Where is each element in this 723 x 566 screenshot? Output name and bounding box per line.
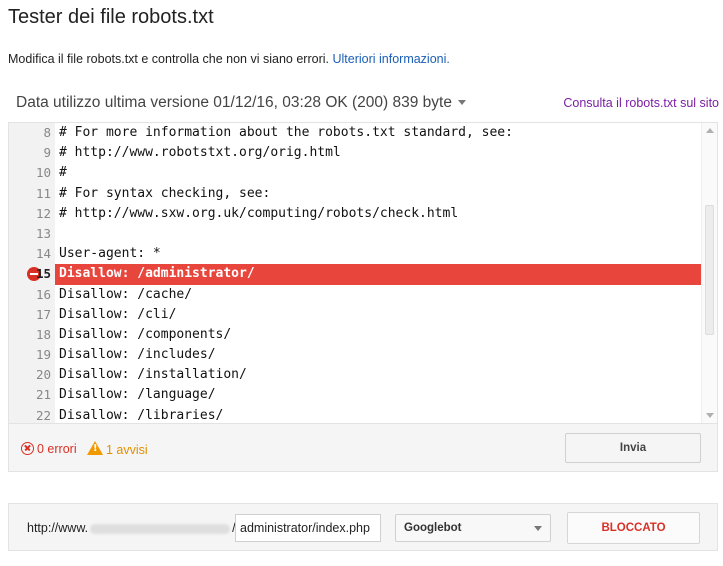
page-title: Tester dei file robots.txt [8, 6, 214, 28]
line-number: 21 [35, 387, 51, 403]
line-number: 15 [35, 266, 51, 282]
robots-editor[interactable]: 8 # For more information about the robots… [8, 122, 718, 424]
line-number: 17 [35, 306, 51, 322]
scroll-down-icon[interactable] [706, 413, 714, 418]
line-number: 12 [35, 205, 51, 221]
line-number: 20 [35, 367, 51, 383]
test-result-button[interactable]: BLOCCATO [567, 512, 700, 544]
error-icon [21, 442, 34, 455]
version-row: Data utilizzo ultima versione 01/12/16, … [16, 94, 719, 114]
code-line[interactable]: 8 # For more information about the robots… [9, 123, 701, 143]
code-line[interactable]: 9 # http://www.robotstxt.org/orig.html [9, 143, 701, 163]
line-text: Disallow: /components/ [59, 326, 232, 342]
code-line[interactable]: 13 [9, 224, 701, 244]
line-number: 14 [35, 246, 51, 262]
line-text: # http://www.sxw.org.uk/computing/robots… [59, 205, 459, 221]
code-line[interactable]: 21 Disallow: /language/ [9, 385, 701, 405]
line-text: Disallow: /libraries/ [59, 407, 224, 423]
code-line[interactable]: 11 # For syntax checking, see: [9, 184, 701, 204]
code-line[interactable]: 22 Disallow: /libraries/ [9, 406, 701, 423]
line-text: # For more information about the robots.… [59, 125, 513, 140]
url-path-input[interactable] [235, 514, 381, 542]
status-bar: 0 errori 1 avvisi Invia [8, 424, 718, 472]
line-text: # For syntax checking, see: [59, 185, 271, 201]
scroll-thumb[interactable] [705, 205, 714, 335]
line-number: 16 [35, 286, 51, 302]
line-number: 19 [35, 347, 51, 363]
code-lines: 8 # For more information about the robots… [9, 123, 701, 423]
view-live-robots-link[interactable]: Consulta il robots.txt sul sito [563, 96, 719, 110]
url-prefix: http://www. / [27, 521, 236, 535]
version-dropdown[interactable]: Data utilizzo ultima versione 01/12/16, … [16, 94, 466, 112]
url-test-bar: http://www./ Googlebot BLOCCATO [8, 503, 718, 551]
line-number: 22 [35, 407, 51, 423]
user-agent-value: Googlebot [404, 522, 462, 534]
redacted-domain [90, 523, 231, 534]
chevron-down-icon [534, 526, 542, 531]
line-text: User-agent: * [59, 246, 161, 262]
scroll-up-icon[interactable] [706, 128, 714, 133]
page-subtitle: Modifica il file robots.txt e controlla … [8, 52, 450, 66]
line-number: 13 [35, 225, 51, 241]
line-text: Disallow: /cli/ [59, 306, 177, 322]
subtitle-text: Modifica il file robots.txt e controlla … [8, 52, 329, 66]
user-agent-select[interactable]: Googlebot [395, 514, 551, 542]
error-count[interactable]: 0 errori [21, 442, 77, 456]
code-line[interactable]: 14 User-agent: * [9, 244, 701, 264]
line-text: # http://www.robotstxt.org/orig.html [59, 145, 341, 161]
code-line[interactable]: 19 Disallow: /includes/ [9, 345, 701, 365]
code-line[interactable]: 15 Disallow: /administrator/ [9, 264, 701, 285]
warning-count[interactable]: 1 avvisi [87, 441, 148, 457]
editor-scrollbar[interactable] [701, 123, 717, 423]
submit-button[interactable]: Invia [565, 433, 701, 463]
more-info-link[interactable]: Ulteriori informazioni. [332, 52, 449, 66]
line-text: Disallow: /installation/ [59, 367, 247, 383]
code-line[interactable]: 18 Disallow: /components/ [9, 325, 701, 345]
warning-icon [87, 441, 103, 455]
version-label-text: Data utilizzo ultima versione 01/12/16, … [16, 94, 452, 111]
url-prefix-text: http://www. [27, 521, 89, 535]
line-text: Disallow: /includes/ [59, 347, 216, 363]
line-number: 10 [35, 165, 51, 181]
code-line[interactable]: 16 Disallow: /cache/ [9, 285, 701, 305]
line-text: Disallow: /administrator/ [55, 264, 701, 285]
line-text: Disallow: /language/ [59, 387, 216, 403]
chevron-down-icon [457, 100, 466, 106]
code-line[interactable]: 10 # [9, 163, 701, 183]
line-number: 18 [35, 326, 51, 342]
line-text: # [59, 165, 67, 181]
warning-count-text: 1 avvisi [106, 443, 148, 457]
line-text: Disallow: /cache/ [59, 286, 193, 302]
code-line[interactable]: 12 # http://www.sxw.org.uk/computing/robo… [9, 204, 701, 224]
line-number: 9 [43, 145, 51, 161]
code-line[interactable]: 20 Disallow: /installation/ [9, 365, 701, 385]
error-count-text: 0 errori [37, 442, 77, 456]
line-number: 11 [35, 185, 51, 201]
code-line[interactable]: 17 Disallow: /cli/ [9, 305, 701, 325]
line-number: 8 [43, 125, 51, 140]
